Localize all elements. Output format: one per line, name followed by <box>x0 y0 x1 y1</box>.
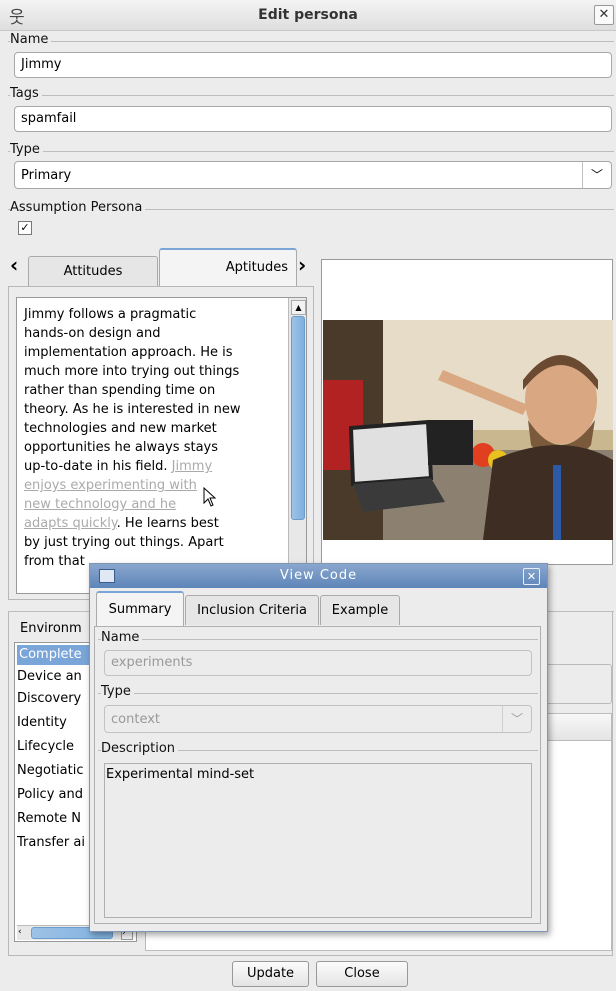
list-item[interactable]: Device an <box>17 667 82 687</box>
list-item[interactable]: Lifecycle <box>17 737 74 757</box>
update-button[interactable]: Update <box>232 961 309 987</box>
aptitude-line: up-to-date in his field. <box>24 459 172 474</box>
dialog-name-label: Name <box>101 630 143 645</box>
list-item[interactable]: Discovery <box>17 689 81 709</box>
window-title: Edit persona <box>258 7 358 23</box>
scroll-thumb[interactable] <box>291 316 305 520</box>
aptitude-line: hands-on design and <box>24 326 161 341</box>
tab-scroll-right-icon[interactable]: › <box>298 253 306 277</box>
window-titlebar: 웃 Edit persona ✕ <box>0 0 616 31</box>
name-label: Name <box>10 32 52 47</box>
dialog-type-border <box>98 693 538 694</box>
dialog-type-value: context <box>111 712 160 727</box>
type-select-value: Primary <box>21 168 72 183</box>
dialog-type-label: Type <box>101 684 134 699</box>
list-item[interactable]: Policy and <box>17 785 83 805</box>
aptitude-line: opportunities he always stays <box>24 440 219 455</box>
aptitude-line: Jimmy follows a pragmatic <box>24 307 197 322</box>
assumption-checkbox[interactable]: ✓ <box>18 221 32 235</box>
aptitude-line: rather than spending time on <box>24 383 216 398</box>
tab-attitudes[interactable]: Attitudes <box>28 256 158 286</box>
view-code-dialog: View Code ✕ Summary Inclusion Criteria E… <box>89 563 548 932</box>
list-item[interactable]: Identity <box>17 713 67 733</box>
close-window-button[interactable]: ✕ <box>594 5 614 25</box>
tab-inclusion-criteria[interactable]: Inclusion Criteria <box>185 595 319 625</box>
type-group-border <box>8 151 614 152</box>
name-group-border <box>8 41 614 42</box>
dialog-description-textarea[interactable]: Experimental mind-set <box>104 763 532 918</box>
dialog-close-icon[interactable]: ✕ <box>523 568 540 585</box>
persona-photo <box>323 320 613 540</box>
dialog-description-text: Experimental mind-set <box>106 767 255 782</box>
aptitude-line: . He learns best <box>116 516 219 531</box>
aptitudes-scrollbar[interactable]: ▲ <box>288 298 306 593</box>
assumption-label: Assumption Persona <box>10 200 146 215</box>
aptitude-line: much more into trying out things <box>24 364 240 379</box>
scroll-up-icon[interactable]: ▲ <box>291 300 306 315</box>
tab-scroll-left-icon[interactable]: ‹ <box>10 253 18 277</box>
list-item[interactable]: Transfer ai <box>17 833 85 853</box>
type-label: Type <box>10 142 43 157</box>
dialog-name-input[interactable]: experiments <box>104 650 532 676</box>
tags-input[interactable]: spamfail <box>14 106 612 132</box>
aptitudes-textarea[interactable]: Jimmy follows a pragmatic hands-on desig… <box>16 297 307 594</box>
tab-environment[interactable]: Environm <box>20 621 82 636</box>
list-item[interactable]: Negotiatic <box>17 761 83 781</box>
close-button[interactable]: Close <box>316 961 408 987</box>
scroll-left-icon[interactable]: ‹ <box>18 927 28 938</box>
aptitude-line: theory. As he is interested in new <box>24 402 241 417</box>
dialog-name-border <box>98 639 538 640</box>
chevron-down-icon[interactable]: ﹀ <box>502 706 531 732</box>
aptitude-line: by just trying out things. Apart <box>24 535 224 550</box>
dialog-titlebar: View Code ✕ <box>90 564 547 588</box>
tab-example[interactable]: Example <box>320 595 400 625</box>
tab-aptitudes[interactable]: Aptitudes <box>159 248 297 286</box>
aptitude-line: implementation approach. He is <box>24 345 233 360</box>
mouse-pointer-icon <box>203 487 217 507</box>
type-select[interactable]: Primary ﹀ <box>14 161 612 189</box>
tags-label: Tags <box>10 86 42 101</box>
dialog-title: View Code <box>279 568 358 583</box>
aptitude-line: technologies and new market <box>24 421 217 436</box>
code-link[interactable]: Jimmy <box>172 459 212 474</box>
chevron-down-icon[interactable]: ﹀ <box>582 162 611 188</box>
dialog-description-label: Description <box>101 741 179 756</box>
dialog-type-select[interactable]: context ﹀ <box>104 705 532 733</box>
persona-image-frame <box>321 259 613 565</box>
code-link[interactable]: adapts quickly <box>24 516 117 531</box>
name-input[interactable]: Jimmy <box>14 52 612 78</box>
code-link[interactable]: new technology and he <box>24 495 286 514</box>
list-item[interactable]: Remote N <box>17 809 81 829</box>
tags-group-border <box>8 95 614 96</box>
code-link[interactable]: enjoys experimenting with <box>24 476 286 495</box>
tab-summary[interactable]: Summary <box>96 591 184 627</box>
